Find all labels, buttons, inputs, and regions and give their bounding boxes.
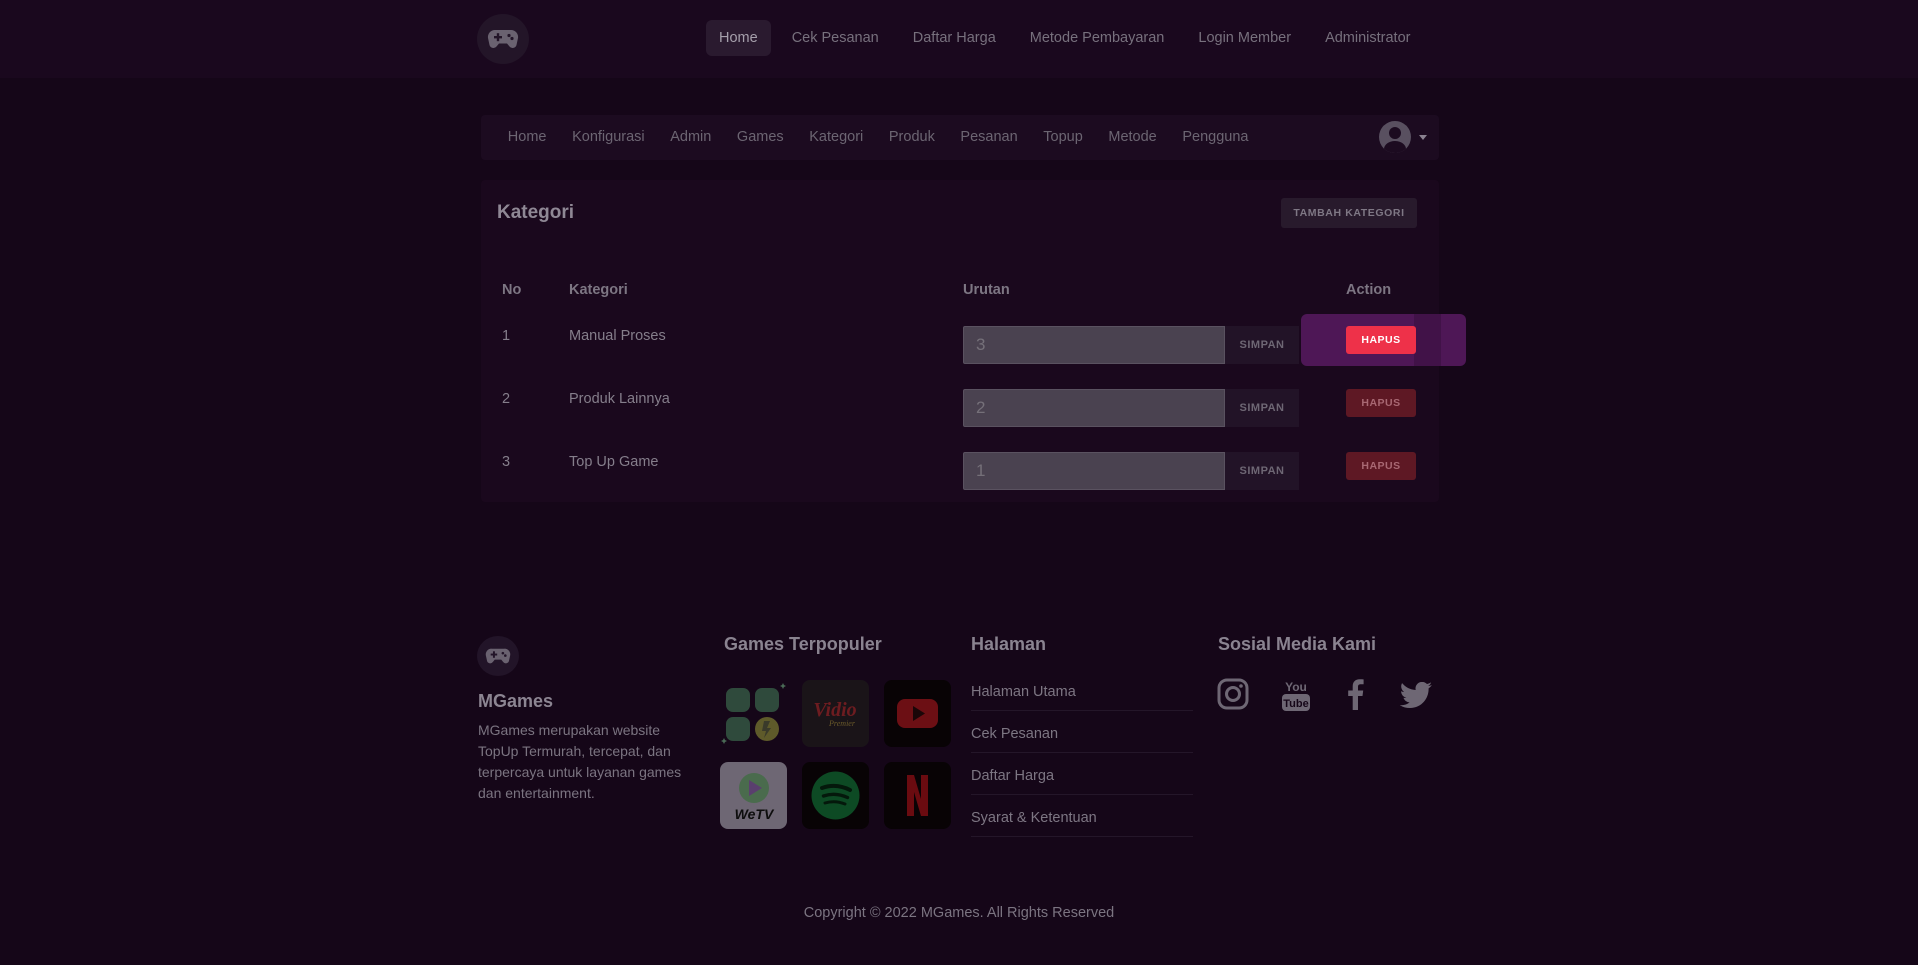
footer-link-cek-pesanan[interactable]: Cek Pesanan (971, 726, 1193, 753)
social-heading: Sosial Media Kami (1218, 634, 1377, 654)
instagram-link[interactable] (1217, 678, 1249, 715)
main-nav: Home Cek Pesanan Daftar Harga Metode Pem… (706, 20, 1431, 56)
row-3-simpan-button[interactable]: SIMPAN (1225, 452, 1299, 490)
admin-nav-admin[interactable]: Admin (657, 115, 724, 160)
admin-nav-metode[interactable]: Metode (1096, 115, 1170, 160)
row-2-kategori: Produk Lainnya (569, 391, 670, 407)
admin-nav-topup[interactable]: Topup (1030, 115, 1095, 160)
admin-nav-links: Home Konfigurasi Admin Games Kategori Pr… (495, 115, 1261, 160)
admin-nav-pengguna[interactable]: Pengguna (1170, 115, 1262, 160)
row-2-no: 2 (502, 391, 511, 407)
gamepad-icon (487, 29, 519, 49)
nav-metode-pembayaran[interactable]: Metode Pembayaran (1017, 20, 1178, 56)
row-3-kategori: Top Up Game (569, 454, 659, 470)
page-title: Kategori (497, 202, 575, 223)
row-1-urutan-input[interactable] (963, 326, 1225, 364)
admin-nav-konfigurasi[interactable]: Konfigurasi (559, 115, 657, 160)
twitter-icon (1399, 681, 1432, 708)
svg-text:You: You (1285, 680, 1307, 694)
row-3-no: 3 (502, 454, 511, 470)
nav-daftar-harga[interactable]: Daftar Harga (900, 20, 1009, 56)
avatar (1379, 121, 1411, 153)
th-urutan: Urutan (963, 282, 1010, 298)
nav-login-member[interactable]: Login Member (1185, 20, 1304, 56)
game-tile-netflix[interactable] (884, 762, 951, 829)
twitter-link[interactable] (1399, 681, 1432, 713)
row-1-simpan-button[interactable]: SIMPAN (1225, 326, 1299, 364)
spotify-logo-icon (811, 771, 860, 820)
admin-nav-produk[interactable]: Produk (876, 115, 948, 160)
admin-nav-kategori[interactable]: Kategori (796, 115, 876, 160)
halaman-heading: Halaman (971, 634, 1047, 654)
admin-navbar: Home Konfigurasi Admin Games Kategori Pr… (481, 115, 1439, 160)
games-heading: Games Terpopuler (724, 634, 882, 654)
facebook-icon (1348, 679, 1364, 710)
row-2-urutan-input[interactable] (963, 389, 1225, 427)
game-tile-youtube[interactable] (884, 680, 951, 747)
admin-nav-home[interactable]: Home (495, 115, 559, 160)
instagram-icon (1217, 678, 1249, 710)
footer-brand: MGames (478, 691, 554, 711)
facebook-link[interactable] (1345, 678, 1365, 715)
nav-cek-pesanan[interactable]: Cek Pesanan (779, 20, 892, 56)
svg-text:Tube: Tube (1283, 698, 1308, 710)
row-1-kategori: Manual Proses (569, 328, 666, 344)
row-1-hapus-button[interactable]: HAPUS (1346, 326, 1416, 354)
game-tile-wetv[interactable]: WeTV (720, 762, 787, 829)
row-2-hapus-button[interactable]: HAPUS (1346, 389, 1416, 417)
wetv-logo-icon: WeTV (735, 773, 775, 822)
user-menu[interactable] (1379, 121, 1427, 153)
footer-link-halaman-utama[interactable]: Halaman Utama (971, 684, 1193, 711)
row-1-no: 1 (502, 328, 511, 344)
top-navbar: Home Cek Pesanan Daftar Harga Metode Pem… (0, 0, 1918, 78)
youtube-icon: You Tube (1282, 680, 1310, 711)
footer-description: MGames merupakan website TopUp Termurah,… (478, 722, 682, 801)
copyright-text: Copyright © 2022 MGames. All Rights Rese… (803, 905, 1115, 921)
footer-logo[interactable] (477, 636, 519, 676)
th-action: Action (1346, 282, 1392, 298)
netflix-logo-icon (907, 775, 928, 816)
row-2-simpan-button[interactable]: SIMPAN (1225, 389, 1299, 427)
youtube-logo-icon (897, 699, 938, 728)
svg-text:Premier: Premier (828, 719, 856, 728)
vidio-premier-logo-icon: Vidio Premier (813, 699, 856, 728)
footer (0, 545, 1918, 965)
youtube-link[interactable]: You Tube (1280, 676, 1312, 717)
th-kategori: Kategori (569, 282, 628, 298)
game-tile-spotify[interactable] (802, 762, 869, 829)
row-3-hapus-button[interactable]: HAPUS (1346, 452, 1416, 480)
nav-administrator[interactable]: Administrator (1312, 20, 1423, 56)
row-3-urutan-input[interactable] (963, 452, 1225, 490)
caret-down-icon (1419, 134, 1427, 140)
footer-link-syarat-ketentuan[interactable]: Syarat & Ketentuan (971, 810, 1193, 837)
game-tile-apps[interactable] (720, 680, 787, 747)
svg-text:Vidio: Vidio (813, 699, 856, 721)
admin-nav-pesanan[interactable]: Pesanan (948, 115, 1031, 160)
svg-text:WeTV: WeTV (735, 806, 775, 822)
gamepad-icon (485, 648, 511, 664)
admin-nav-games[interactable]: Games (724, 115, 796, 160)
th-no: No (502, 282, 522, 298)
footer-link-daftar-harga[interactable]: Daftar Harga (971, 768, 1193, 795)
game-tile-vidio[interactable]: Vidio Premier (802, 680, 869, 747)
site-logo[interactable] (477, 14, 529, 64)
apps-grid-icon (721, 683, 786, 744)
nav-home[interactable]: Home (706, 20, 771, 56)
tambah-kategori-button[interactable]: TAMBAH KATEGORI (1281, 198, 1417, 228)
